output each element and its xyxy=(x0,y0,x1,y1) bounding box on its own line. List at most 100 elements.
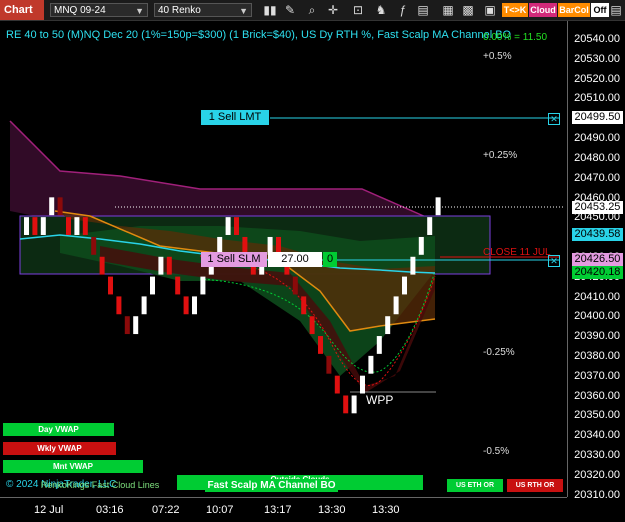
price-tick: 20380.00 xyxy=(574,350,620,363)
pct-label-plus-05: +0.5% xyxy=(483,51,512,62)
strategies-icon[interactable]: ♞ xyxy=(373,2,389,18)
price-tick: 20330.00 xyxy=(574,449,620,462)
mnt-vwap-button[interactable]: Mnt VWAP xyxy=(3,460,143,473)
time-axis[interactable]: 12 Jul 03:16 07:22 10:07 13:17 13:30 13:… xyxy=(0,497,567,522)
price-tick: 20350.00 xyxy=(574,409,620,422)
top-pct-readout: 0.00% = 11.50 xyxy=(483,32,548,43)
renko-down-brick xyxy=(343,395,349,414)
renko-down-brick xyxy=(166,256,172,275)
crosshair-icon[interactable]: ✛ xyxy=(325,2,341,18)
renko-down-brick xyxy=(99,256,105,275)
time-tick: 13:30 xyxy=(372,504,400,516)
us-rth-or-button[interactable]: US RTH OR xyxy=(507,479,563,492)
price-tick: 20480.00 xyxy=(574,151,620,164)
renko-up-brick xyxy=(376,336,382,354)
renko-down-brick xyxy=(292,276,298,295)
renko-down-brick xyxy=(82,217,88,235)
time-tick: 12 Jul xyxy=(34,504,64,516)
price-tick: 20510.00 xyxy=(574,92,620,105)
chevron-down-icon: ▼ xyxy=(239,6,248,16)
renko-up-brick xyxy=(360,375,365,394)
zoom-icon[interactable]: ⌕ xyxy=(304,2,320,18)
renko-up-brick xyxy=(192,296,197,315)
price-tick: 20400.00 xyxy=(574,310,620,323)
green-cloud-price-marker: 20420.18 xyxy=(572,266,623,279)
sell-slm-order-label[interactable]: 1 Sell SLM xyxy=(201,252,267,267)
properties-icon[interactable]: ▩ xyxy=(460,2,476,18)
off-toggle-button[interactable]: Off xyxy=(591,3,609,17)
renko-up-brick xyxy=(385,316,391,335)
renko-up-brick xyxy=(351,395,357,414)
renko-up-brick xyxy=(368,355,374,374)
slm-quantity-box[interactable]: 27.00 xyxy=(268,252,322,267)
price-tick: 20310.00 xyxy=(574,488,620,501)
chart-panel[interactable]: RE 40 to 50 (M)NQ Dec 20 (1%=150p=$300) … xyxy=(0,21,567,497)
renko-down-brick xyxy=(91,236,97,255)
close-level-label: CLOSE 11 JUL xyxy=(483,247,551,258)
renko-down-brick xyxy=(66,217,71,235)
price-tick: 20390.00 xyxy=(574,330,620,343)
chart-toolbar: Chart MNQ 09-24 ▼ 40 Renko ▼ ▮▮ ✎ ⌕ ✛ ⊡ … xyxy=(0,0,625,21)
renko-up-brick xyxy=(393,296,399,315)
renko-down-brick xyxy=(57,197,63,216)
price-tick: 20410.00 xyxy=(574,290,620,303)
bar-chart-icon[interactable]: ▮▮ xyxy=(262,2,278,18)
pen-icon[interactable]: ✎ xyxy=(282,2,298,18)
us-eth-or-button[interactable]: US ETH OR xyxy=(447,479,503,492)
day-vwap-button[interactable]: Day VWAP xyxy=(3,423,114,436)
sell-lmt-order-label[interactable]: 1 Sell LMT xyxy=(201,110,269,125)
chart-legend: RE 40 to 50 (M)NQ Dec 20 (1%=150p=$300) … xyxy=(6,29,512,41)
price-tick: 20470.00 xyxy=(574,171,620,184)
period-selector[interactable]: 40 Renko ▼ xyxy=(154,3,252,17)
chart-trader-icon[interactable]: ▤ xyxy=(415,2,431,18)
cloud-toggle-button[interactable]: Cloud xyxy=(529,3,557,17)
renko-up-brick xyxy=(40,217,46,235)
wpp-label: WPP xyxy=(366,393,394,407)
price-tick: 20360.00 xyxy=(574,389,620,402)
instrument-selector[interactable]: MNQ 09-24 ▼ xyxy=(50,3,148,17)
time-tick: 07:22 xyxy=(152,504,180,516)
renko-up-brick xyxy=(49,197,55,216)
renko-up-brick xyxy=(402,276,407,295)
templates-icon[interactable]: ▦ xyxy=(440,2,456,18)
renko-up-brick xyxy=(150,276,155,295)
renko-down-brick xyxy=(326,355,332,374)
wkly-vwap-button[interactable]: Wkly VWAP xyxy=(3,442,116,455)
renko-up-brick xyxy=(200,276,206,295)
tk-toggle-button[interactable]: T<>K xyxy=(502,3,528,17)
renko-down-brick xyxy=(234,217,239,235)
period-value: 40 Renko xyxy=(158,5,201,16)
renko-up-brick xyxy=(225,217,231,235)
renko-down-brick xyxy=(32,217,38,235)
renko-up-brick xyxy=(435,197,441,216)
price-tick: 20540.00 xyxy=(574,33,620,45)
renko-down-brick xyxy=(183,296,189,315)
renko-down-brick xyxy=(301,296,307,315)
pct-label-plus-025: +0.25% xyxy=(483,150,518,161)
renko-up-brick xyxy=(133,316,139,335)
fast-scalp-button[interactable]: Fast Scalp MA Channel BO xyxy=(205,479,338,492)
cyan-ma-price-marker: 20439.58 xyxy=(572,228,623,241)
menu-icon[interactable]: ▤ xyxy=(609,2,623,18)
time-tick: 13:17 xyxy=(264,504,292,516)
indicators-icon[interactable]: ƒ xyxy=(395,2,411,18)
price-tick: 20320.00 xyxy=(574,468,620,481)
renko-up-brick xyxy=(158,256,164,275)
instrument-value: MNQ 09-24 xyxy=(54,5,106,16)
renko-down-brick xyxy=(116,296,122,315)
pct-label-minus-05: -0.5% xyxy=(483,446,510,457)
price-tick: 20490.00 xyxy=(574,132,620,145)
renko-up-brick xyxy=(410,256,416,275)
renko-up-brick xyxy=(427,217,433,235)
screenshot-icon[interactable]: ▣ xyxy=(482,2,498,18)
renko-kings-button[interactable]: RenkoKings Fast Cloud Lines xyxy=(40,479,160,492)
renko-down-brick xyxy=(124,316,130,335)
barcol-toggle-button[interactable]: BarCol xyxy=(558,3,590,17)
chevron-down-icon: ▼ xyxy=(135,6,144,16)
time-tick: 10:07 xyxy=(206,504,234,516)
drawing-tools-icon[interactable]: ⊡ xyxy=(350,2,366,18)
price-axis[interactable]: 20540.0020530.0020520.0020510.0020500.00… xyxy=(567,21,625,501)
cancel-lmt-order-icon[interactable]: ✕ xyxy=(548,113,560,125)
slm-flag-box[interactable]: 0 xyxy=(323,252,337,267)
renko-down-brick xyxy=(108,276,113,295)
